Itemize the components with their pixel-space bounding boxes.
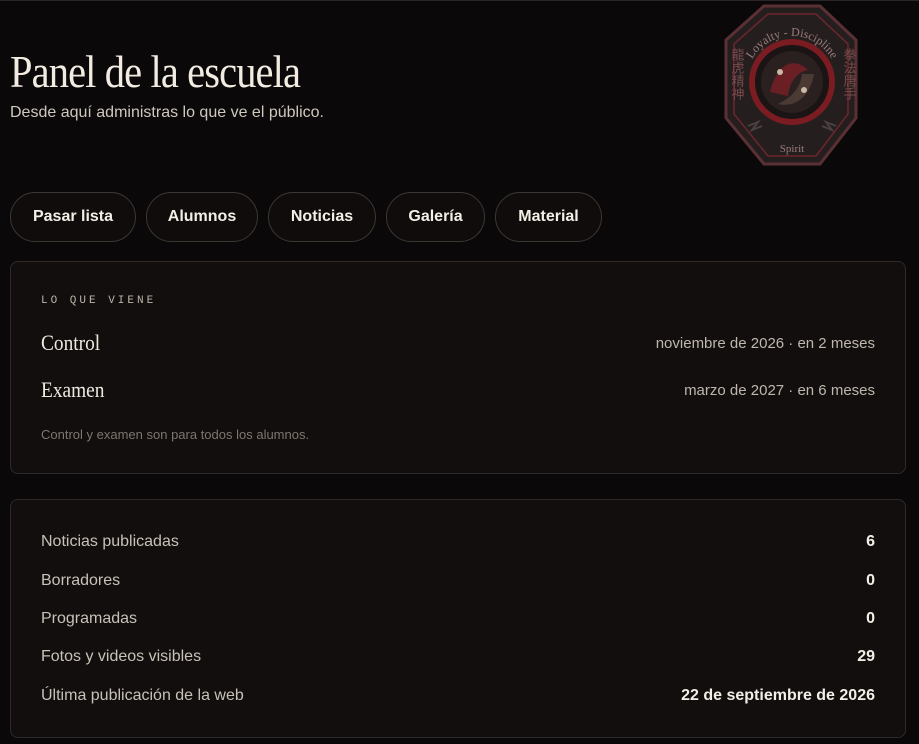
stats-card: Noticias publicadas 6 Borradores 0 Progr… [10,499,906,738]
nav-alumnos-button[interactable]: Alumnos [146,192,258,242]
emblem-bottom-text: Spirit [780,143,804,155]
stat-row: Fotos y videos visibles 29 [41,645,875,669]
nav-galeria-button[interactable]: Galería [386,192,485,242]
stat-label: Última publicación de la web [41,687,244,704]
stat-row: Noticias publicadas 6 [41,530,875,554]
stat-label: Programadas [41,610,138,627]
stat-row: Programadas 0 [41,607,875,631]
event-name: Control [41,330,101,355]
event-row: Examen marzo de 2027 · en 6 meses [41,375,875,405]
stat-label: Fotos y videos visibles [41,648,202,665]
stat-value: 29 [857,648,875,665]
stat-label: Borradores [41,572,121,589]
stat-value: 0 [866,572,875,589]
nav-material-button[interactable]: Material [495,192,602,242]
upcoming-section-label: LO QUE VIENE [41,295,157,307]
event-date: marzo de 2027 · en 6 meses [684,381,875,399]
stat-label: Noticias publicadas [41,533,179,550]
emblem-right-glyphs: 拳法唐手 [841,47,857,100]
event-date: noviembre de 2026 · en 2 meses [655,334,875,352]
nav-pasar-lista-button[interactable]: Pasar lista [10,192,136,242]
page-header: Panel de la escuela Desde aquí administr… [10,44,340,122]
page-subtitle: Desde aquí administras lo que ve el públ… [10,104,324,121]
emblem-left-glyphs: 龍虎精神 [729,47,745,100]
events-note: Control y examen son para todos los alum… [41,427,310,442]
upcoming-events-card: LO QUE VIENE Control noviembre de 2026 ·… [10,261,906,474]
stat-row: Borradores 0 [41,569,875,593]
school-emblem-logo: Loyalty - Discipline Spirit 龍虎精神 拳法唐手 [718,0,866,170]
page-title: Panel de la escuela [10,46,301,97]
stat-row: Última publicación de la web 22 de septi… [41,684,875,708]
event-name: Examen [41,377,105,402]
stat-value: 6 [866,533,875,550]
main-nav: Pasar lista Alumnos Noticias Galería Mat… [10,192,602,242]
event-row: Control noviembre de 2026 · en 2 meses [41,328,875,358]
stat-value: 22 de septiembre de 2026 [681,687,875,704]
dragon-tiger-emblem-icon: Loyalty - Discipline Spirit 龍虎精神 拳法唐手 [724,4,858,166]
nav-noticias-button[interactable]: Noticias [268,192,376,242]
stat-value: 0 [866,610,875,627]
